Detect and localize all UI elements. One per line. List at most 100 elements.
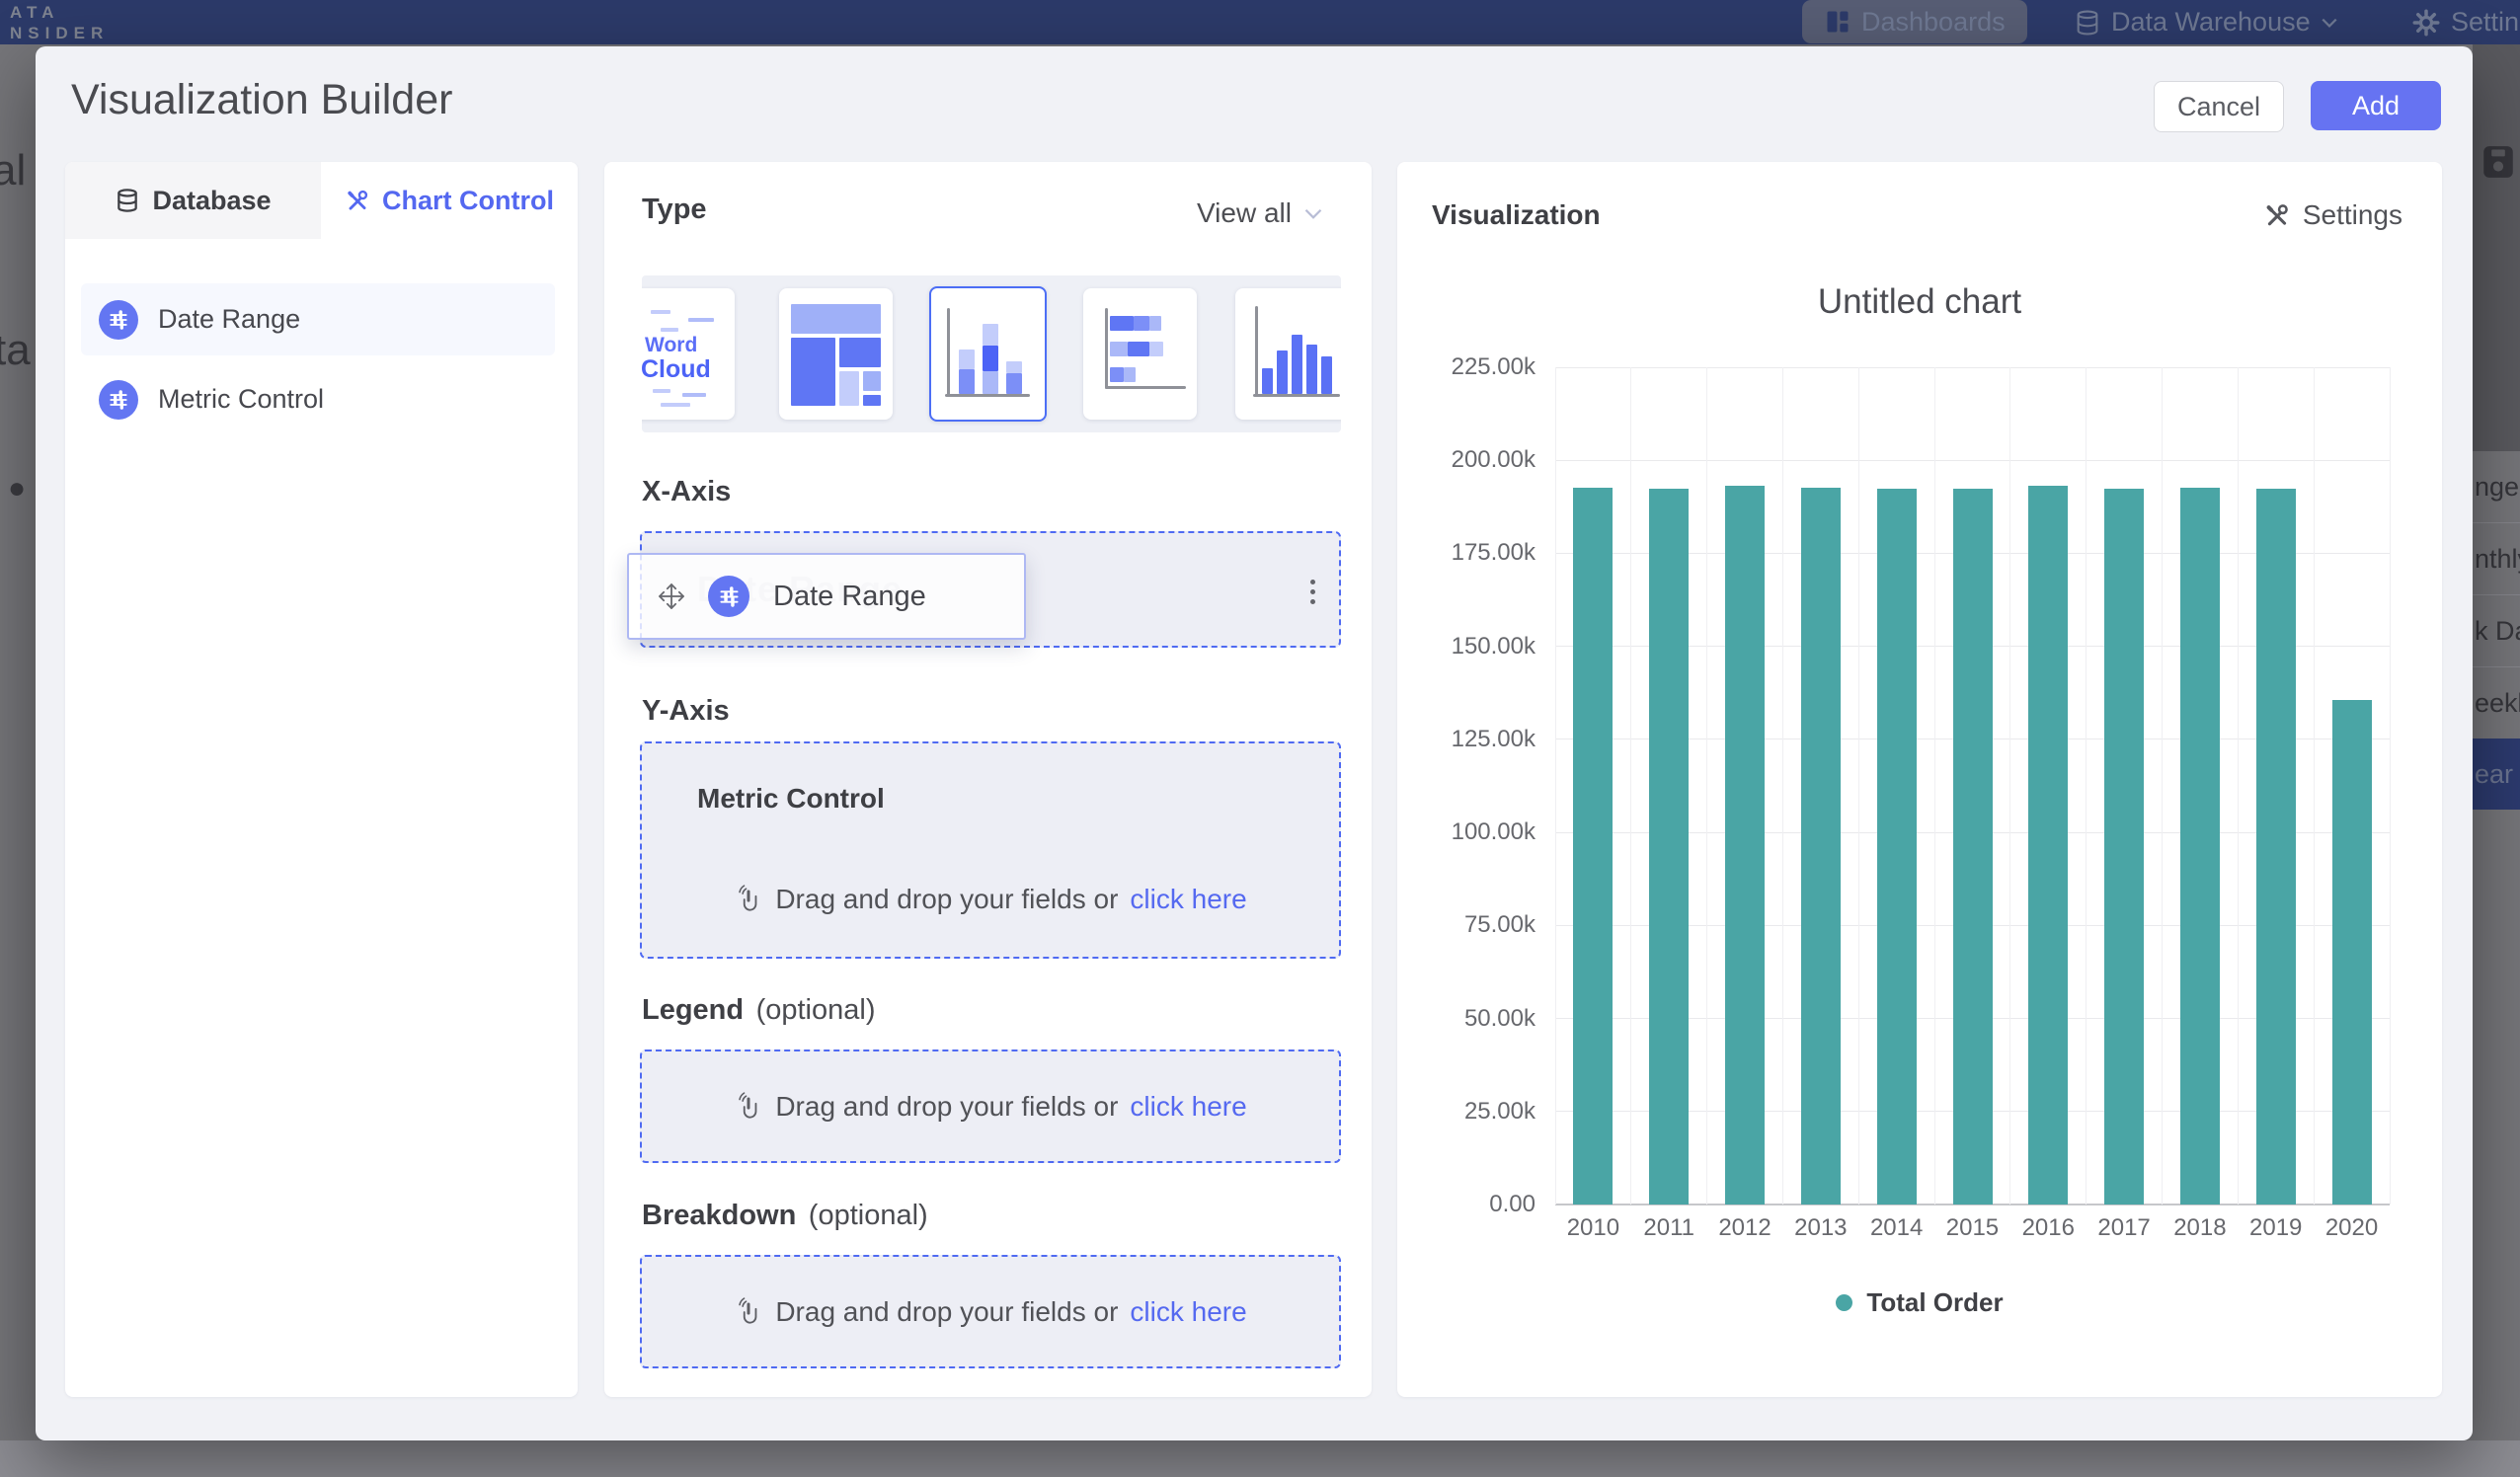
tune-icon — [708, 576, 749, 617]
tab-database[interactable]: Database — [65, 162, 321, 239]
menu-item[interactable]: nge — [2473, 451, 2520, 522]
breakdown-dropzone[interactable]: Drag and drop your fields or click here — [640, 1255, 1341, 1368]
x-tick-label: 2020 — [2314, 1214, 2390, 1244]
x-tick-label: 2011 — [1631, 1214, 1707, 1244]
settings-label: Settings — [2303, 199, 2402, 231]
menu-item[interactable]: eekly — [2473, 666, 2520, 738]
nav-dashboards[interactable]: Dashboards — [1802, 0, 2027, 43]
tools-icon — [2263, 201, 2291, 229]
chart-type-stacked-column-selected[interactable] — [929, 286, 1047, 422]
optional-suffix: (optional) — [756, 994, 876, 1026]
click-here-link[interactable]: click here — [1130, 1091, 1246, 1123]
chart-type-column[interactable] — [1235, 288, 1341, 420]
tap-hand-icon — [734, 884, 763, 915]
cancel-button[interactable]: Cancel — [2154, 81, 2284, 132]
legend-heading: Legend (optional) — [642, 994, 875, 1027]
x-axis-dropzone[interactable]: Date Range Date Range — [640, 531, 1341, 648]
field-item-label: Date Range — [158, 304, 300, 335]
y-axis-placeholder-title: Metric Control — [697, 783, 885, 815]
nav-settings[interactable]: Settin — [2411, 0, 2520, 44]
bar-2010 — [1573, 488, 1613, 1205]
x-axis-heading: X-Axis — [642, 476, 731, 508]
background-right-panel — [2473, 44, 2520, 451]
tap-hand-icon — [734, 1296, 763, 1328]
x-axis-labels: 2010201120122013201420152016201720182019… — [1555, 1214, 2390, 1244]
x-tick-label: 2010 — [1555, 1214, 1631, 1244]
view-all-dropdown[interactable]: View all — [1197, 197, 1323, 229]
drop-hint-text: Drag and drop your fields or — [775, 884, 1118, 915]
word-cloud-word: Cloud — [642, 355, 711, 384]
gridline-v — [2238, 367, 2239, 1205]
field-item-metric-control[interactable]: Metric Control — [81, 363, 555, 435]
tools-icon — [345, 188, 370, 213]
bar-2012 — [1725, 486, 1765, 1205]
nav-data-warehouse[interactable]: Data Warehouse — [2074, 0, 2338, 44]
tab-chart-control[interactable]: Chart Control — [321, 162, 578, 239]
tune-icon — [99, 380, 138, 420]
gridline-v — [1934, 367, 1935, 1205]
nav-settings-label: Settin — [2451, 7, 2519, 38]
logo-line-1: ATA — [10, 2, 109, 23]
visualization-heading: Visualization — [1432, 199, 1601, 231]
field-item-date-range[interactable]: Date Range — [81, 283, 555, 355]
bar-2015 — [1953, 489, 1993, 1205]
type-heading: Type — [642, 194, 707, 226]
menu-item-selected[interactable]: ear — [2473, 738, 2520, 810]
builder-panel: Type View all Word Cloud — [604, 162, 1372, 1397]
x-axis-field-chip[interactable]: Date Range — [627, 553, 1026, 640]
optional-suffix: (optional) — [809, 1200, 928, 1231]
plot-area — [1555, 367, 2390, 1205]
x-tick-label: 2018 — [2163, 1214, 2239, 1244]
chart-type-treemap[interactable] — [779, 288, 893, 420]
chart-type-stacked-bar[interactable] — [1083, 288, 1197, 420]
logo-line-2: NSIDER — [10, 23, 109, 43]
background-bottom — [0, 1440, 2520, 1477]
visualization-panel: Visualization Settings Untitled chart 0.… — [1397, 162, 2442, 1397]
y-tick-label: 100.00k — [1397, 817, 1536, 847]
save-icon[interactable] — [2481, 145, 2515, 179]
app-logo: ATA NSIDER — [10, 2, 109, 43]
bar-2020 — [2332, 700, 2372, 1205]
settings-button[interactable]: Settings — [2263, 199, 2402, 231]
tap-hand-icon — [734, 1091, 763, 1123]
legend-dropzone[interactable]: Drag and drop your fields or click here — [640, 1049, 1341, 1163]
top-nav: ATA NSIDER Dashboards Data Warehouse — [0, 0, 2520, 44]
click-here-link[interactable]: click here — [1130, 884, 1246, 915]
breakdown-heading: Breakdown (optional) — [642, 1200, 928, 1232]
menu-item[interactable]: nthly — [2473, 522, 2520, 594]
x-tick-label: 2019 — [2238, 1214, 2314, 1244]
chip-label: Date Range — [773, 581, 926, 613]
gridline-h — [1555, 367, 2390, 368]
y-tick-label: 175.00k — [1397, 538, 1536, 568]
bar-2014 — [1877, 489, 1917, 1205]
kebab-menu-icon[interactable] — [1310, 580, 1315, 604]
view-all-label: View all — [1197, 197, 1292, 229]
y-tick-label: 25.00k — [1397, 1097, 1536, 1127]
database-icon — [2074, 9, 2101, 37]
bar-2017 — [2104, 489, 2144, 1205]
chart-legend[interactable]: Total Order — [1397, 1287, 2442, 1318]
x-tick-label: 2017 — [2087, 1214, 2163, 1244]
modal-title: Visualization Builder — [71, 76, 452, 124]
y-axis-dropzone[interactable]: Metric Control Drag and drop your fields… — [640, 741, 1341, 959]
add-button[interactable]: Add — [2311, 81, 2441, 130]
click-here-link[interactable]: click here — [1130, 1296, 1246, 1328]
y-tick-label: 125.00k — [1397, 725, 1536, 754]
tab-chart-control-label: Chart Control — [382, 186, 554, 216]
x-tick-label: 2016 — [2010, 1214, 2087, 1244]
menu-item[interactable]: k Date — [2473, 594, 2520, 666]
y-tick-label: 225.00k — [1397, 352, 1536, 382]
dashboard-grid-icon — [1824, 8, 1851, 36]
database-icon — [115, 188, 140, 213]
chart-type-word-cloud[interactable]: Word Cloud — [642, 288, 735, 420]
bar-2013 — [1801, 488, 1841, 1205]
move-icon — [653, 578, 690, 615]
legend-dot — [1836, 1294, 1852, 1311]
field-item-label: Metric Control — [158, 384, 324, 415]
nav-dashboards-label: Dashboards — [1861, 7, 2006, 38]
gridline-v — [2314, 367, 2315, 1205]
x-tick-label: 2014 — [1858, 1214, 1934, 1244]
drop-hint: Drag and drop your fields or click here — [642, 884, 1339, 915]
background-menu: nge nthly k Date eekly ear — [2473, 451, 2520, 810]
bar-2011 — [1649, 489, 1689, 1205]
